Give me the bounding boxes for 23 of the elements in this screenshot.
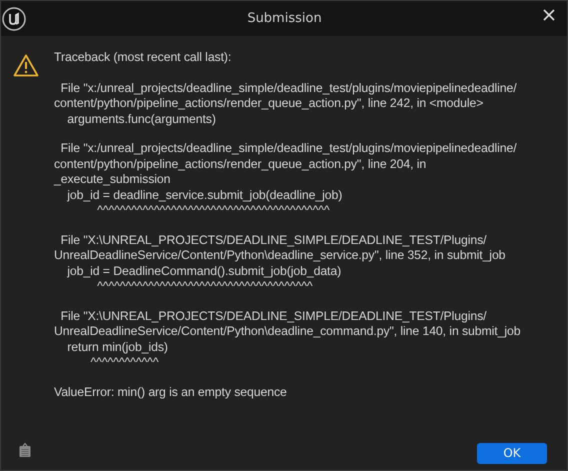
traceback-line: Traceback (most recent call last): — [54, 50, 232, 66]
close-icon[interactable] — [543, 8, 555, 20]
warning-icon — [13, 54, 39, 77]
traceback-line: UnrealDeadlineService/Content/Python\deadline_service.py", line 352, in submit_job — [54, 248, 506, 264]
traceback-line: job_id = deadline_service.submit_job(deadline_job) — [66, 188, 344, 203]
traceback-line: ^^^^^^^^^^^^^^^^^^^^^^^^^^^^^^^^^^^^^^ — [96, 279, 314, 294]
window-title: Submission — [246, 11, 323, 26]
traceback-line: content/python/pipeline_actions/render_queue_action.py", line 242, in <module> — [54, 96, 484, 112]
traceback-line: return min(job_ids) — [66, 340, 169, 355]
traceback-line: File "X:\UNREAL_PROJECTS/DEADLINE_SIMPLE/DEADLINE_TEST/Plugins/ — [60, 308, 488, 324]
traceback-line: File "X:\UNREAL_PROJECTS/DEADLINE_SIMPLE/DEADLINE_TEST/Plugins/ — [60, 232, 488, 248]
traceback-line: job_id = DeadlineCommand().submit_job(job_data) — [66, 264, 342, 279]
traceback-line: content/python/pipeline_actions/render_queue_action.py", line 204, in — [54, 156, 428, 172]
traceback-line: _execute_submission — [54, 172, 172, 188]
traceback-line: ValueError: min() arg is an empty sequence — [54, 384, 288, 400]
clipboard-icon[interactable] — [19, 443, 31, 457]
traceback-line: File "x:/unreal_projects/deadline_simple/deadline_test/plugins/moviepipelinedeadline/ — [60, 141, 518, 156]
traceback-line: File "x:/unreal_projects/deadline_simple/deadline_test/plugins/moviepipelinedeadline/ — [60, 80, 518, 96]
ok-button[interactable]: OK — [477, 442, 547, 464]
traceback-line: UnrealDeadlineService/Content/Python\deadline_command.py", line 140, in submit_job — [54, 324, 520, 340]
traceback-line: ^^^^^^^^^^^^^^^^^^^^^^^^^^^^^^^^^^^^^^^^^ — [96, 203, 331, 218]
traceback-line: arguments.func(arguments) — [66, 112, 217, 127]
traceback-line: ^^^^^^^^^^^^ — [89, 355, 160, 370]
